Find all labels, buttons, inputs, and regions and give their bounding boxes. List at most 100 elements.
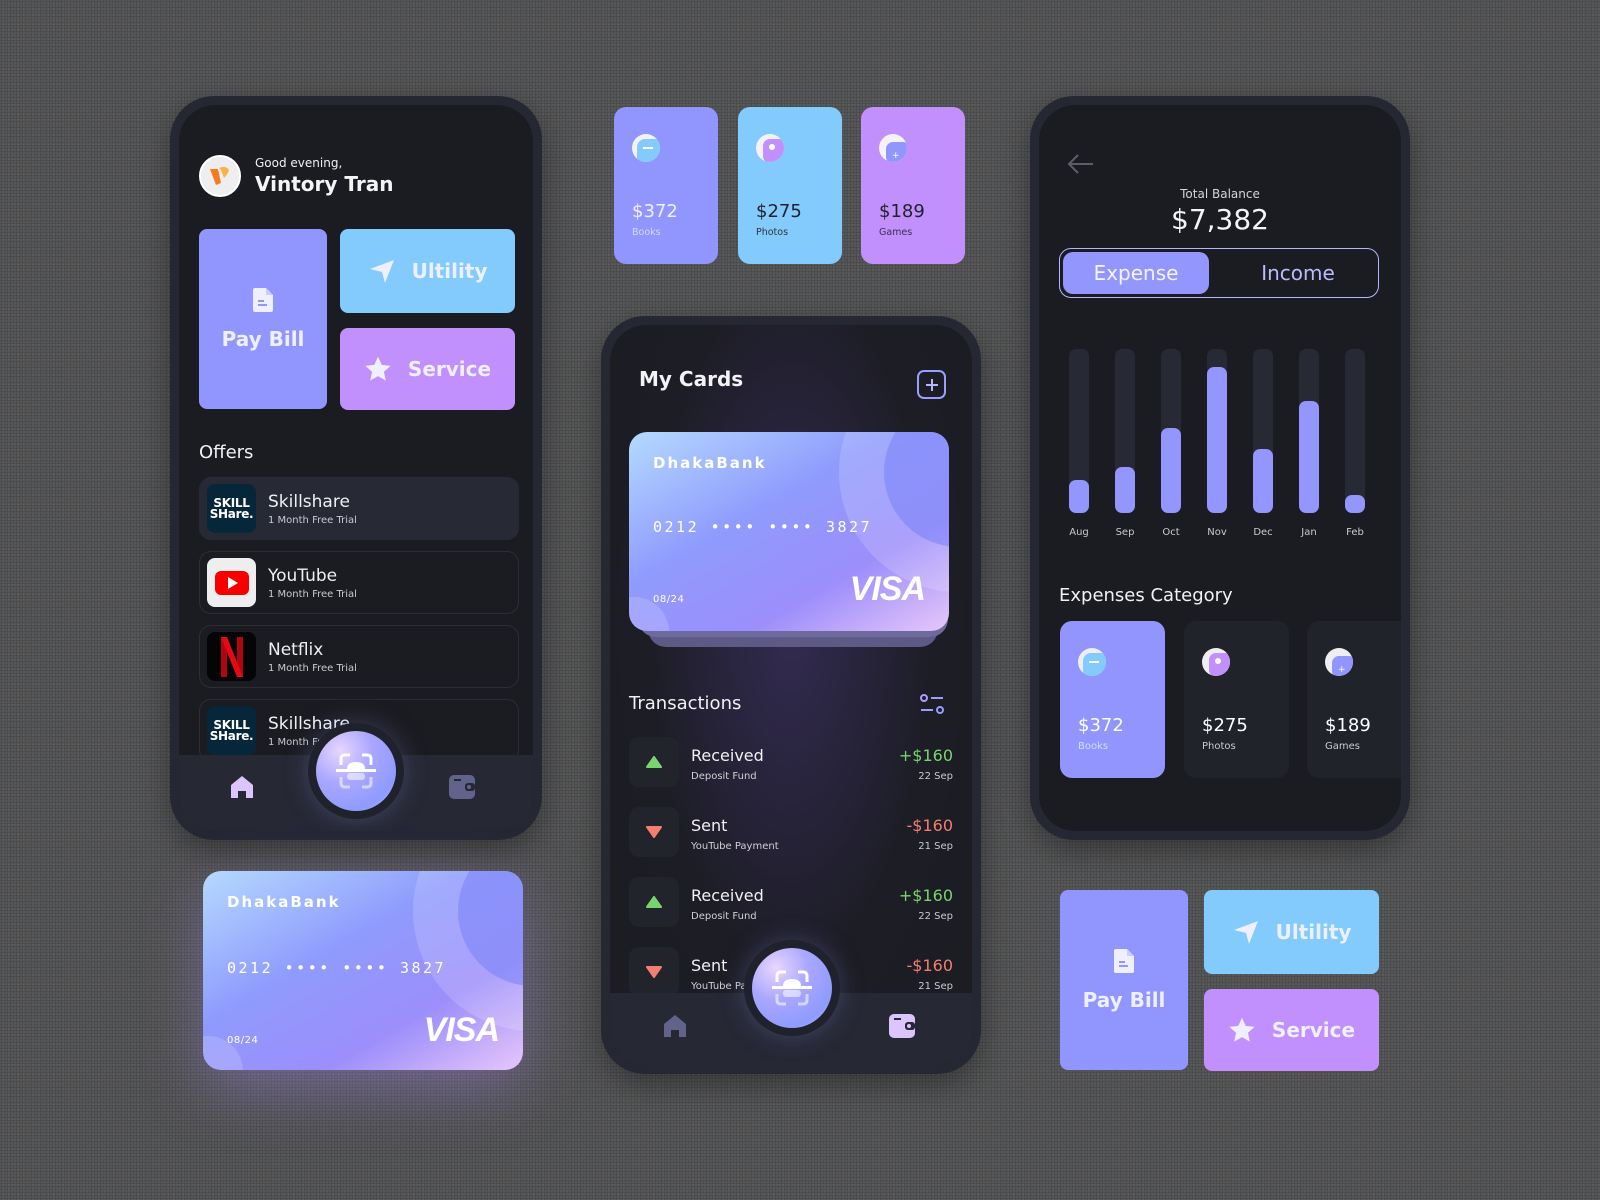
offer-subtitle: 1 Month Free Trial: [268, 662, 357, 674]
category-label: Books: [1078, 741, 1109, 752]
user-name: Vintory Tran: [255, 172, 394, 196]
transaction-date: 22 Sep: [918, 771, 953, 782]
expenses-category-title: Expenses Category: [1059, 585, 1233, 606]
card-bank-name: DhakaBank: [653, 454, 767, 472]
category-card-books[interactable]: $372 Books: [614, 107, 718, 264]
bar-track-dec: [1253, 349, 1273, 513]
service-button[interactable]: Service: [340, 328, 515, 410]
bar-track-sep: [1115, 349, 1135, 513]
bar-label-oct: Oct: [1162, 527, 1180, 538]
category-label: Photos: [756, 227, 789, 238]
filter-icon[interactable]: [920, 693, 944, 715]
transaction-item[interactable]: Received Deposit Fund +$160 22 Sep: [629, 877, 953, 927]
add-card-button[interactable]: [917, 370, 946, 399]
tab-switcher: Expense Income: [1059, 248, 1379, 298]
transaction-date: 21 Sep: [918, 981, 953, 992]
bar-jan[interactable]: [1299, 401, 1319, 513]
send-icon: [1233, 921, 1258, 944]
transaction-item[interactable]: Received Deposit Fund +$160 22 Sep: [629, 737, 953, 787]
bar-dec[interactable]: [1253, 449, 1273, 513]
scan-button[interactable]: [752, 948, 832, 1028]
category-amount: $189: [879, 201, 925, 222]
bar-label-aug: Aug: [1069, 527, 1089, 538]
visa-logo: VISA: [849, 570, 926, 608]
bar-track-jan: [1299, 349, 1319, 513]
card-expiry: 08/24: [227, 1035, 259, 1046]
star-icon: [365, 356, 391, 381]
card-expiry: 08/24: [653, 594, 685, 605]
home-icon[interactable]: [229, 774, 255, 800]
bar-nov[interactable]: [1207, 367, 1227, 513]
bar-feb[interactable]: [1345, 494, 1365, 513]
card-number: 0212 •••• •••• 3827: [653, 518, 873, 536]
bar-label-jan: Jan: [1301, 527, 1317, 538]
category-label: Games: [879, 227, 913, 238]
transaction-description: Deposit Fund: [691, 911, 757, 922]
wallet-icon[interactable]: [888, 1013, 916, 1039]
stats-screen: Total Balance $7,382 Expense Income Aug S…: [1039, 105, 1401, 831]
arrow-left-icon[interactable]: [1067, 153, 1095, 175]
service-button[interactable]: Service: [1204, 989, 1379, 1071]
category-card-games[interactable]: + $189 Games: [861, 107, 965, 264]
card-bank-name: DhakaBank: [227, 893, 341, 911]
arrow-up-icon: [629, 877, 679, 927]
expense-category-games[interactable]: + $189 Games: [1307, 621, 1401, 778]
arrow-down-icon: [629, 947, 679, 997]
category-amount: $372: [632, 201, 678, 222]
category-amount: $275: [1202, 715, 1248, 736]
pay-bill-button[interactable]: Pay Bill: [199, 229, 327, 409]
bar-label-dec: Dec: [1253, 527, 1273, 538]
game-icon: +: [1325, 648, 1353, 676]
category-amount: $372: [1078, 715, 1124, 736]
brand-logo-icon: [210, 166, 229, 185]
offer-item[interactable]: SKILL SHare. Skillshare 1 Month Free Tri…: [199, 477, 519, 540]
bar-oct[interactable]: [1161, 427, 1181, 513]
bar-sep[interactable]: [1115, 467, 1135, 513]
wallet-icon[interactable]: [448, 774, 476, 800]
category-label: Games: [1325, 741, 1360, 752]
pay-bill-label: Pay Bill: [1082, 988, 1166, 1012]
arrow-down-icon: [629, 807, 679, 857]
transaction-title: Sent: [691, 956, 728, 975]
scan-icon: [336, 753, 376, 789]
offer-subtitle: 1 Month Free Trial: [268, 588, 357, 600]
utility-button[interactable]: Ultility: [1204, 890, 1379, 974]
utility-button[interactable]: Ultility: [340, 229, 515, 313]
avatar[interactable]: [199, 155, 241, 197]
service-label: Service: [407, 357, 492, 381]
service-label: Service: [1271, 1018, 1356, 1042]
skillshare-logo: SKILL SHare.: [207, 484, 256, 533]
pay-bill-label: Pay Bill: [221, 327, 305, 351]
greeting: Good evening,: [255, 156, 343, 170]
offer-name: Netflix: [268, 639, 324, 660]
scan-button[interactable]: [316, 731, 396, 811]
transaction-title: Sent: [691, 816, 728, 835]
document-icon: [253, 288, 273, 312]
category-card-photos[interactable]: $275 Photos: [738, 107, 842, 264]
expense-bar-chart: Aug Sep Oct Nov Dec Jan Feb: [1059, 345, 1379, 545]
transaction-title: Received: [691, 746, 764, 765]
offer-item[interactable]: Netflix 1 Month Free Trial: [199, 625, 519, 688]
category-label: Photos: [1202, 741, 1236, 752]
pay-bill-button[interactable]: Pay Bill: [1060, 890, 1188, 1070]
standalone-credit-card[interactable]: DhakaBank 0212 •••• •••• 3827 08/24 VISA: [203, 871, 523, 1070]
credit-card[interactable]: DhakaBank 0212 •••• •••• 3827 08/24 VISA: [629, 432, 949, 631]
offer-subtitle: 1 Month Free Trial: [268, 514, 357, 526]
expense-category-books[interactable]: $372 Books: [1060, 621, 1165, 778]
plus-icon: [925, 378, 938, 391]
utility-label: Ultility: [1275, 920, 1352, 944]
game-icon: +: [879, 134, 907, 162]
bar-aug[interactable]: [1069, 480, 1089, 513]
youtube-logo: [207, 558, 256, 607]
offer-item[interactable]: YouTube 1 Month Free Trial: [199, 551, 519, 614]
home-icon[interactable]: [662, 1013, 688, 1039]
offer-name: Skillshare: [268, 491, 350, 512]
expense-category-photos[interactable]: $275 Photos: [1184, 621, 1289, 778]
bar-track-nov: [1207, 349, 1227, 513]
tab-income[interactable]: Income: [1220, 252, 1376, 294]
home-phone: Good evening, Vintory Tran Pay Bill Ulti…: [170, 96, 542, 840]
transaction-item[interactable]: Sent YouTube Payment -$160 21 Sep: [629, 807, 953, 857]
bar-track-feb: [1345, 349, 1365, 513]
offer-name: YouTube: [268, 565, 338, 586]
tab-expense[interactable]: Expense: [1063, 252, 1209, 294]
